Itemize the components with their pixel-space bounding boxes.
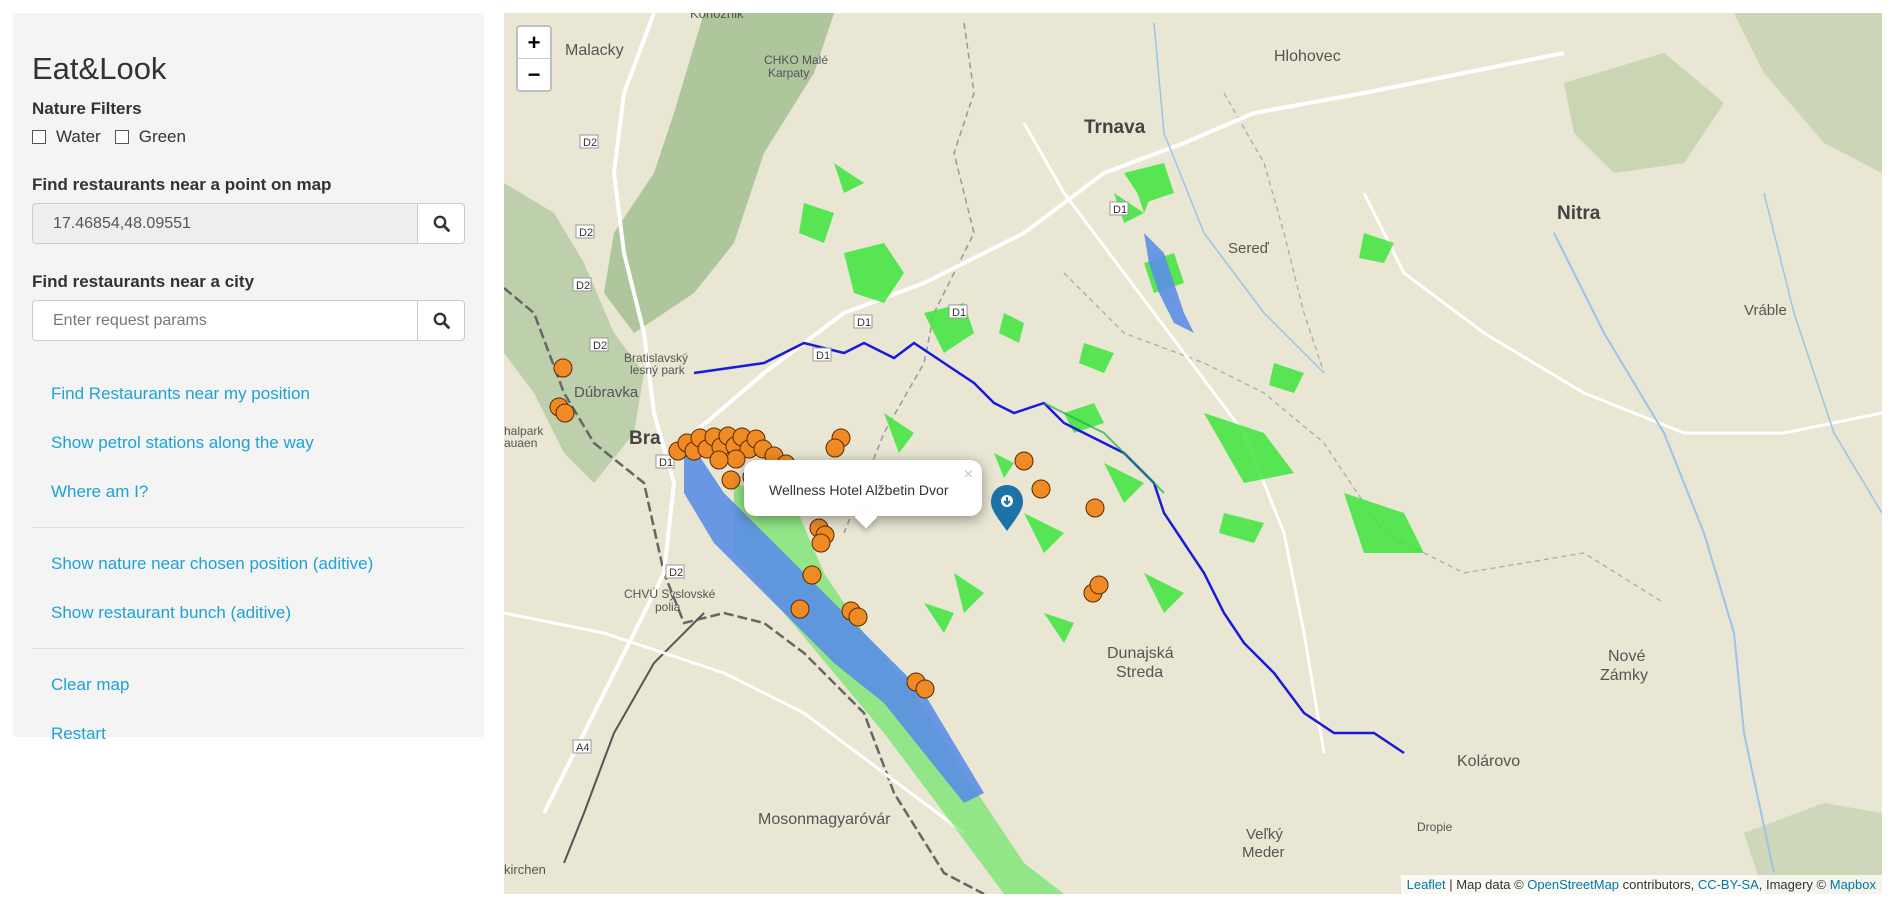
app-title: Eat&Look <box>32 51 167 86</box>
place-label: Trnava <box>1084 117 1146 138</box>
restaurant-marker[interactable] <box>1031 479 1051 499</box>
osm-link[interactable]: OpenStreetMap <box>1527 877 1619 892</box>
map-tiles: D2 D2 D2 D2 D1 D1 D1 D1 D1 D2 A4 Konozni… <box>504 13 1882 894</box>
zoom-in-button[interactable]: + <box>518 27 550 59</box>
license-link[interactable]: CC-BY-SA <box>1698 877 1759 892</box>
zoom-control: + − <box>516 25 552 92</box>
leaflet-link[interactable]: Leaflet <box>1407 877 1446 892</box>
restaurant-marker[interactable] <box>802 565 822 585</box>
place-label: Veľký <box>1246 826 1283 843</box>
restaurant-marker[interactable] <box>709 450 729 470</box>
search-icon <box>433 312 450 329</box>
restaurant-marker[interactable] <box>811 533 831 553</box>
city-search-input[interactable] <box>32 300 417 341</box>
place-label: Kolárovo <box>1457 753 1520 770</box>
road-shield: D2 <box>583 137 597 149</box>
place-label: Meder <box>1242 844 1285 861</box>
mapbox-link[interactable]: Mapbox <box>1830 877 1876 892</box>
place-label: Vráble <box>1744 302 1787 319</box>
map[interactable]: D2 D2 D2 D2 D1 D1 D1 D1 D1 D2 A4 Konozni… <box>504 13 1882 894</box>
restaurant-marker[interactable] <box>721 470 741 490</box>
road-shield: D2 <box>579 227 593 239</box>
attribution-text: , Imagery © <box>1758 877 1830 892</box>
popup-close-button[interactable]: × <box>964 466 973 484</box>
map-popup: Wellness Hotel Alžbetin Dvor × <box>744 460 982 529</box>
restaurant-marker[interactable] <box>1085 498 1105 518</box>
place-label: Zámky <box>1600 667 1648 684</box>
popup-text: Wellness Hotel Alžbetin Dvor <box>769 482 949 498</box>
point-search-button[interactable] <box>417 203 465 244</box>
where-am-i-link[interactable]: Where am I? <box>32 467 465 516</box>
restaurant-marker[interactable] <box>553 358 573 378</box>
sidebar: Eat&Look Nature Filters Water Green Find… <box>13 13 484 743</box>
place-label: Nitra <box>1557 203 1601 224</box>
road-shield: D2 <box>576 280 590 292</box>
place-label: Sereď <box>1228 240 1270 257</box>
restaurant-marker[interactable] <box>915 679 935 699</box>
water-label: Water <box>56 127 101 146</box>
water-filter[interactable]: Water <box>32 127 101 147</box>
search-icon <box>433 215 450 232</box>
action-links: Find Restaurants near my position Show p… <box>32 369 465 758</box>
restaurant-marker[interactable] <box>848 607 868 627</box>
attribution-text: | Map data © <box>1445 877 1528 892</box>
divider <box>32 648 465 649</box>
place-label: Streda <box>1116 664 1163 681</box>
find-near-position-link[interactable]: Find Restaurants near my position <box>32 369 465 418</box>
place-label: kirchen <box>504 862 546 877</box>
place-label: auaen <box>504 436 537 450</box>
place-label: CHVÚ Syslovské <box>624 586 716 601</box>
restaurant-marker[interactable] <box>555 403 575 423</box>
city-search-title: Find restaurants near a city <box>32 272 255 291</box>
green-label: Green <box>138 127 186 146</box>
restaurant-marker[interactable] <box>790 599 810 619</box>
clear-map-link[interactable]: Clear map <box>32 660 465 709</box>
place-label: polia <box>655 600 681 614</box>
map-attribution: Leaflet | Map data © OpenStreetMap contr… <box>1400 875 1882 894</box>
restaurant-marker[interactable] <box>825 438 845 458</box>
road-shield: D2 <box>593 340 607 352</box>
road-shield: A4 <box>576 742 589 754</box>
place-label: Mosonmagyaróvár <box>758 811 891 828</box>
divider <box>32 527 465 528</box>
city-search-button[interactable] <box>417 300 465 341</box>
water-checkbox[interactable] <box>32 130 46 144</box>
petrol-stations-link[interactable]: Show petrol stations along the way <box>32 418 465 467</box>
road-shield: D1 <box>1113 204 1127 216</box>
place-label: Hlohovec <box>1274 48 1341 65</box>
place-label: Karpaty <box>768 66 809 80</box>
road-shield: D2 <box>669 567 683 579</box>
place-label: Konoznik <box>690 13 744 21</box>
nature-filters-title: Nature Filters <box>32 99 142 118</box>
road-shield: D1 <box>659 457 673 469</box>
restaurant-marker[interactable] <box>1089 575 1109 595</box>
place-label: Dunajská <box>1107 645 1174 662</box>
place-label: Nové <box>1608 648 1645 665</box>
restaurant-bunch-link[interactable]: Show restaurant bunch (aditive) <box>32 588 465 637</box>
place-label: Bra <box>629 428 661 449</box>
zoom-out-button[interactable]: − <box>518 59 550 90</box>
restaurant-marker[interactable] <box>726 449 746 469</box>
road-shield: D1 <box>857 317 871 329</box>
show-nature-link[interactable]: Show nature near chosen position (aditiv… <box>32 539 465 588</box>
restart-link[interactable]: Restart <box>32 709 465 758</box>
road-shield: D1 <box>952 307 966 319</box>
attribution-text: contributors, <box>1619 877 1698 892</box>
place-label: lesný park <box>630 363 686 377</box>
place-label: Dúbravka <box>574 384 639 401</box>
place-label: Dropie <box>1417 820 1453 834</box>
green-checkbox[interactable] <box>114 130 129 144</box>
road-shield: D1 <box>816 350 830 362</box>
nature-filters: Water Green <box>32 127 465 147</box>
city-search-group <box>32 300 465 341</box>
point-search-group <box>32 203 465 244</box>
green-filter[interactable]: Green <box>114 127 186 147</box>
place-label: CHKO Malé <box>764 53 828 67</box>
place-label: Malacky <box>565 42 624 59</box>
point-coordinates-input[interactable] <box>32 203 417 244</box>
restaurant-marker[interactable] <box>1014 451 1034 471</box>
point-search-title: Find restaurants near a point on map <box>32 175 332 194</box>
